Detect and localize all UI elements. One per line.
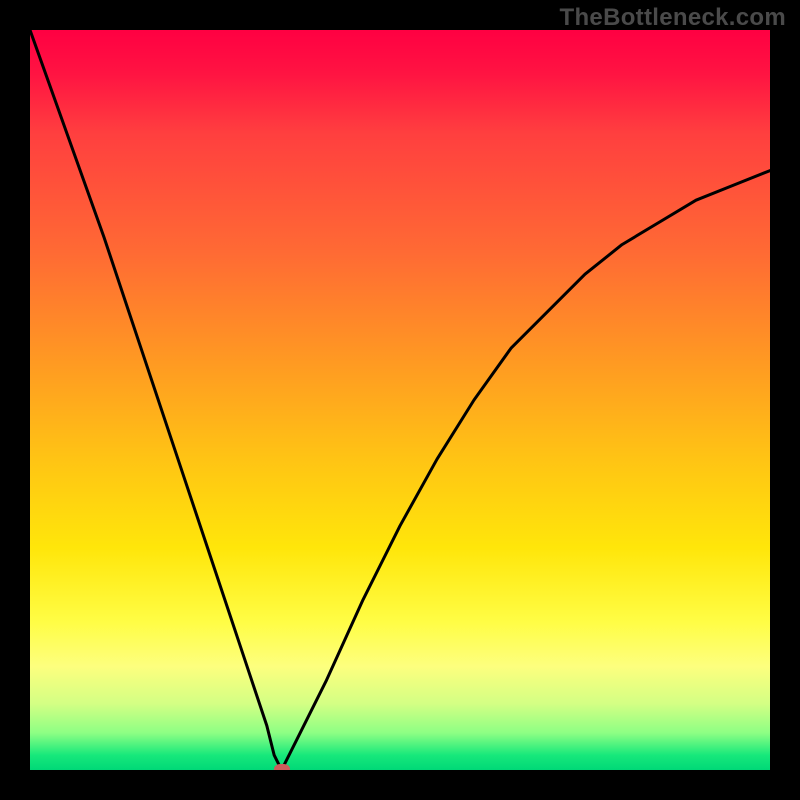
optimal-point-marker bbox=[274, 764, 290, 770]
watermark-text: TheBottleneck.com bbox=[560, 4, 786, 32]
chart-frame: TheBottleneck.com bbox=[0, 0, 800, 800]
plot-area bbox=[30, 30, 770, 770]
bottleneck-curve bbox=[30, 30, 770, 770]
